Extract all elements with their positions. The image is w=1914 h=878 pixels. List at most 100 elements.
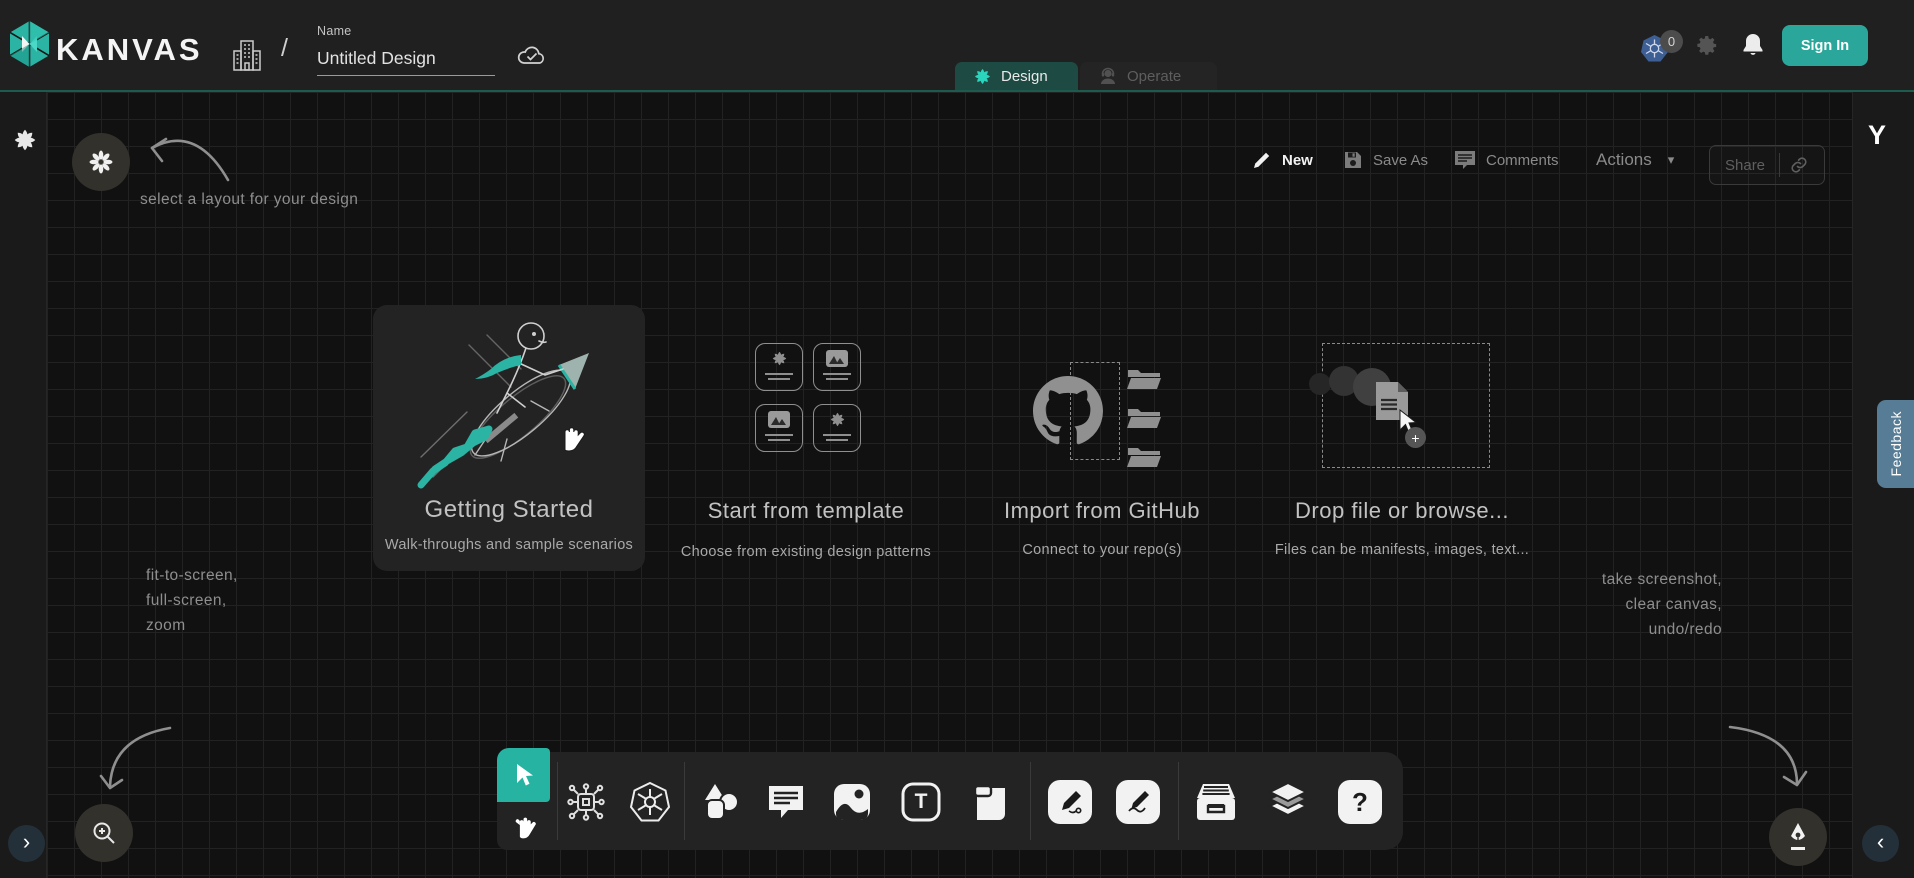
settings-gear-icon[interactable]	[1695, 33, 1720, 58]
tab-operate[interactable]: Operate	[1080, 62, 1217, 90]
brand-wordmark: KANVAS	[56, 31, 203, 69]
card-getting-started[interactable]: Getting Started Walk-throughs and sample…	[373, 305, 645, 571]
card-subtitle: Walk-throughs and sample scenarios	[385, 537, 633, 553]
card-title: Drop file or browse...	[1295, 498, 1509, 524]
image-icon	[832, 782, 872, 822]
organization-icon[interactable]	[231, 38, 263, 72]
circuit-node-icon	[566, 782, 606, 822]
card-title: Import from GitHub	[1004, 498, 1200, 524]
expand-left-panel-button[interactable]: ›	[8, 825, 45, 862]
card-subtitle: Connect to your repo(s)	[1022, 542, 1181, 558]
card-title: Start from template	[708, 498, 905, 524]
zoom-hint-arrow	[90, 710, 190, 810]
new-design-button[interactable]: New	[1252, 150, 1313, 170]
y-brand-letter[interactable]: Y	[1868, 120, 1886, 151]
canvas-top-accent-line	[0, 90, 1914, 92]
plus-badge-icon: +	[1405, 427, 1426, 448]
kubernetes-helm-icon	[629, 781, 671, 823]
actions-label: Actions	[1596, 150, 1652, 170]
card-subtitle: Choose from existing design patterns	[681, 544, 931, 560]
hand-icon	[511, 812, 537, 840]
fade-dot-small	[1309, 373, 1331, 395]
template-tile-spiral	[755, 343, 803, 391]
pencil-new-icon	[1252, 150, 1272, 170]
layers-tool[interactable]	[1266, 780, 1310, 824]
rocket-rider-illustration	[403, 309, 613, 501]
feedback-label: Feedback	[1888, 411, 1904, 476]
repo-folders-icon	[1126, 366, 1162, 494]
shapes-tool[interactable]	[699, 780, 743, 824]
pen-tool[interactable]	[1048, 780, 1092, 824]
zoom-in-magnifier-icon	[91, 820, 117, 846]
help-glyph: ?	[1352, 787, 1368, 818]
archive-tool[interactable]	[1194, 780, 1238, 824]
layers-icon	[1266, 781, 1310, 823]
canvas-actions-button[interactable]	[1769, 808, 1827, 866]
tab-design-label: Design	[1001, 68, 1048, 85]
caret-down-icon: ▾	[1668, 152, 1675, 168]
kanvas-logo-icon[interactable]	[10, 21, 49, 67]
layout-hint-arrow	[110, 110, 245, 190]
cloud-saved-icon	[516, 42, 548, 68]
card-start-from-template[interactable]: Start from template Choose from existing…	[680, 320, 932, 570]
share-divider	[1779, 153, 1780, 177]
pen-path-icon	[1057, 789, 1083, 815]
save-as-label: Save As	[1373, 152, 1428, 169]
toolbar-divider	[684, 762, 685, 840]
note-tool[interactable]	[969, 780, 1013, 824]
comments-button[interactable]: Comments	[1454, 150, 1559, 170]
card-title: Getting Started	[425, 496, 594, 524]
pencil-tool[interactable]	[1116, 780, 1160, 824]
zoom-controls-button[interactable]	[75, 804, 133, 862]
pencil-scribble-icon	[1125, 789, 1151, 815]
comment-bubble-icon	[1454, 150, 1476, 170]
card-drop-file[interactable]: + Drop file or browse... Files can be ma…	[1278, 335, 1526, 570]
card-subtitle: Files can be manifests, images, text...	[1275, 542, 1529, 558]
app-window: KANVAS / Name	[0, 0, 1914, 878]
text-tool[interactable]: T	[899, 780, 943, 824]
comment-lines-icon	[766, 783, 806, 821]
chevron-right-icon: ›	[23, 831, 30, 853]
layout-hint-text: select a layout for your design	[140, 187, 358, 212]
hand-cursor-icon	[555, 420, 585, 454]
template-tile-spiral	[813, 404, 861, 452]
pen-nib-icon	[1785, 822, 1811, 852]
template-tile-image	[755, 404, 803, 452]
kubernetes-tool[interactable]	[628, 780, 672, 824]
connections-tool[interactable]	[564, 780, 608, 824]
github-octocat-icon	[1033, 376, 1103, 446]
share-link-icon	[1790, 156, 1808, 174]
left-rail	[0, 92, 47, 878]
feedback-tab[interactable]: Feedback	[1877, 400, 1914, 488]
help-tool[interactable]: ?	[1338, 780, 1382, 824]
credits-count-badge: 0	[1660, 30, 1683, 53]
card-import-github[interactable]: Import from GitHub Connect to your repo(…	[1000, 335, 1204, 570]
tab-design[interactable]: Design	[955, 62, 1078, 90]
operate-headset-icon	[1098, 66, 1118, 86]
cursor-arrow-icon	[512, 762, 536, 788]
notifications-bell-icon[interactable]	[1741, 32, 1765, 59]
chevron-left-icon: ‹	[1877, 831, 1884, 853]
toolbar-divider	[1178, 762, 1179, 840]
sign-in-button[interactable]: Sign In	[1782, 25, 1868, 66]
comments-label: Comments	[1486, 152, 1559, 169]
actions-dropdown[interactable]: Actions ▾	[1596, 150, 1674, 170]
design-name-input[interactable]	[317, 42, 495, 76]
save-as-button[interactable]: Save As	[1343, 150, 1428, 170]
floppy-save-icon	[1343, 150, 1363, 170]
template-tile-image	[813, 343, 861, 391]
comment-tool[interactable]	[764, 780, 808, 824]
image-tool[interactable]	[830, 780, 874, 824]
shapes-icon	[701, 782, 741, 822]
text-tool-glyph: T	[915, 790, 928, 814]
design-spiral-icon	[973, 67, 992, 86]
tab-operate-label: Operate	[1127, 68, 1181, 85]
share-button[interactable]: Share	[1709, 145, 1825, 185]
drawer-icon	[1195, 782, 1237, 822]
screenshot-hint-text: take screenshot, clear canvas, undo/redo	[1540, 567, 1722, 642]
breadcrumb-separator: /	[281, 34, 288, 63]
collapse-right-panel-button[interactable]: ‹	[1862, 825, 1899, 862]
meshery-spiral-icon[interactable]	[12, 127, 38, 153]
select-tool[interactable]	[497, 748, 550, 802]
pan-hand-tool[interactable]	[497, 802, 550, 850]
